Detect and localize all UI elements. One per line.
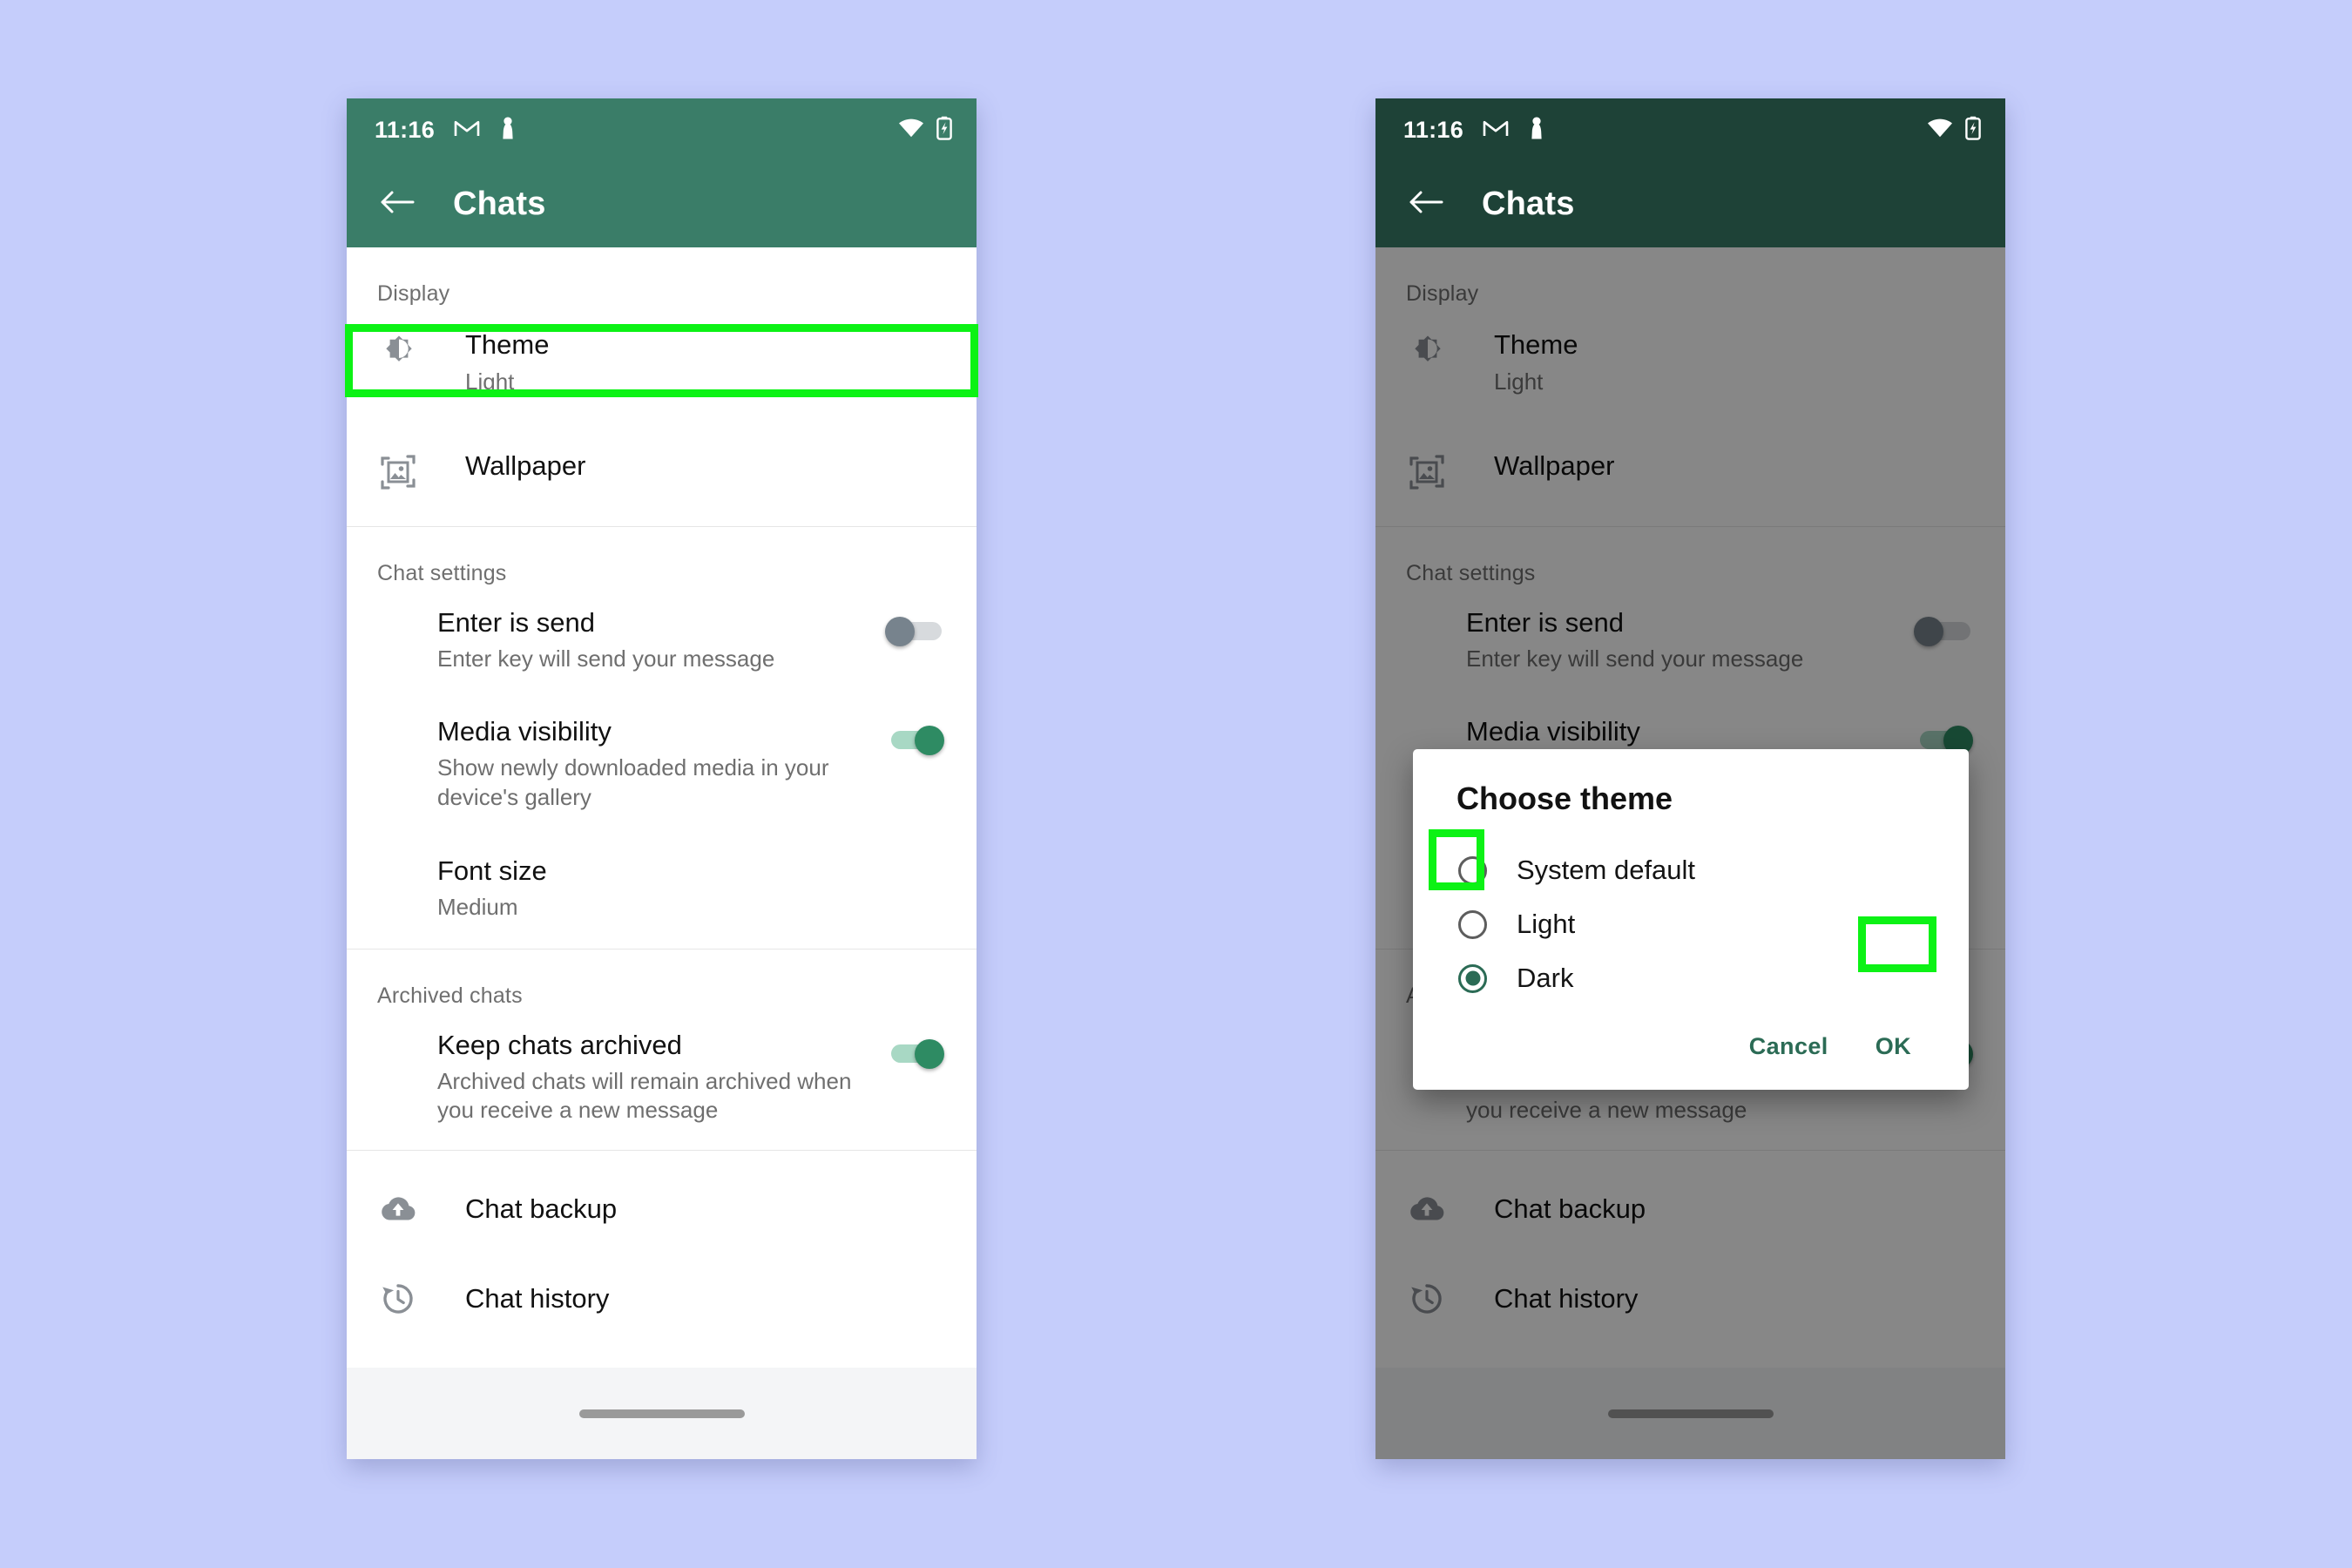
brightness-icon — [380, 329, 437, 375]
toggle-keep-chats-archived[interactable] — [888, 1038, 944, 1069]
setting-row-enter-is-send-body: Enter is send Enter key will send your m… — [437, 607, 888, 674]
gesture-nav-bar — [347, 1368, 977, 1459]
phone-screen-right: 11:16 Chats Display Theme Light Wallpape… — [1375, 98, 2005, 1459]
setting-title-theme: Theme — [465, 329, 550, 360]
setting-row-chat-history[interactable]: Chat history — [347, 1254, 977, 1321]
screenshot-stage: 11:16 Chats Display Theme Light Wallpape… — [0, 0, 2352, 1568]
choose-theme-dialog: Choose theme System default Light Dark C… — [1413, 749, 1969, 1090]
app-bar: Chats — [347, 161, 977, 247]
status-bar: 11:16 — [1375, 98, 2005, 161]
setting-row-theme[interactable]: Theme Light — [347, 307, 977, 419]
setting-row-media-visibility[interactable]: Media visibility Show newly downloaded m… — [347, 690, 977, 828]
battery-charging-icon — [1965, 116, 1981, 145]
setting-title-enter-is-send: Enter is send — [437, 606, 595, 638]
toggle-knob — [885, 616, 915, 646]
setting-subtitle-media-visibility: Show newly downloaded media in your devi… — [437, 754, 829, 810]
radio-option-system-default[interactable]: System default — [1413, 843, 1969, 897]
pawn-icon — [1528, 116, 1545, 145]
setting-subtitle-theme: Light — [465, 368, 515, 395]
dialog-title: Choose theme — [1456, 781, 1673, 816]
status-time: 11:16 — [1403, 116, 1464, 143]
page-title: Chats — [1482, 186, 1575, 222]
settings-content: Display Theme Light Wallpaper Chat setti… — [1375, 247, 2005, 1368]
theme-options-list: System default Light Dark — [1413, 843, 1969, 1005]
setting-title-wallpaper: Wallpaper — [465, 449, 586, 481]
setting-row-keep-chats-archived[interactable]: Keep chats archived Archived chats will … — [347, 1009, 977, 1150]
dialog-actions: Cancel OK — [1413, 1005, 1969, 1074]
setting-title-keep-chats-archived: Keep chats archived — [437, 1029, 682, 1060]
setting-row-chat-history-body: Chat history — [437, 1283, 943, 1315]
ok-button[interactable]: OK — [1860, 1024, 1927, 1069]
back-arrow-icon[interactable] — [380, 188, 415, 220]
gesture-nav-pill[interactable] — [578, 1409, 745, 1418]
cancel-button[interactable]: Cancel — [1734, 1024, 1844, 1069]
radio-icon-dark[interactable] — [1458, 963, 1487, 993]
app-bar: Chats — [1375, 161, 2005, 247]
gmail-icon — [1483, 118, 1509, 143]
toggle-knob — [915, 1038, 944, 1069]
pawn-icon — [499, 116, 517, 145]
toggle-media-visibility[interactable] — [888, 725, 944, 755]
section-header-display: Display — [377, 281, 450, 306]
status-time: 11:16 — [375, 116, 436, 143]
toggle-enter-is-send[interactable] — [885, 616, 943, 646]
section-header-archived-chats: Archived chats — [377, 983, 523, 1008]
status-bar-right — [1927, 116, 1981, 145]
setting-row-theme-body: Theme Light — [437, 329, 943, 396]
setting-title-media-visibility: Media visibility — [437, 715, 612, 747]
gmail-icon — [454, 118, 480, 143]
radio-label-system-default: System default — [1517, 855, 1696, 885]
setting-row-enter-is-send[interactable]: Enter is send Enter key will send your m… — [347, 586, 977, 690]
setting-row-chat-backup-body: Chat backup — [437, 1193, 943, 1226]
setting-subtitle-keep-chats-archived: Archived chats will remain archived when… — [437, 1068, 852, 1124]
setting-row-chat-backup[interactable]: Chat backup — [347, 1151, 977, 1254]
setting-row-keep-chats-archived-body: Keep chats archived Archived chats will … — [437, 1030, 888, 1125]
setting-title-chat-history: Chat history — [465, 1282, 610, 1314]
wallpaper-icon — [380, 450, 437, 495]
cloud-upload-icon — [380, 1191, 437, 1228]
setting-row-font-size[interactable]: Font size Medium — [347, 828, 977, 949]
history-icon — [380, 1277, 437, 1321]
setting-title-font-size: Font size — [437, 855, 547, 886]
radio-icon-light[interactable] — [1458, 909, 1487, 939]
setting-row-wallpaper[interactable]: Wallpaper — [347, 419, 977, 526]
gesture-nav-bar — [1375, 1368, 2005, 1459]
page-title: Chats — [453, 186, 546, 222]
status-bar-right — [898, 116, 952, 145]
section-header-chat-settings: Chat settings — [377, 560, 507, 585]
setting-subtitle-enter-is-send: Enter key will send your message — [437, 645, 775, 672]
status-bar-left: 11:16 — [1403, 116, 1545, 145]
radio-label-dark: Dark — [1517, 963, 1574, 993]
status-bar: 11:16 — [347, 98, 977, 161]
settings-content: Display Theme Light Wallpaper Chat setti… — [347, 247, 977, 1368]
radio-icon-system-default[interactable] — [1458, 855, 1487, 885]
radio-option-light[interactable]: Light — [1413, 897, 1969, 951]
toggle-knob — [915, 725, 944, 755]
phone-screen-left: 11:16 Chats Display Theme Light Wallpape… — [347, 98, 977, 1459]
back-arrow-icon[interactable] — [1409, 188, 1443, 220]
radio-option-dark[interactable]: Dark — [1413, 951, 1969, 1005]
setting-row-wallpaper-body: Wallpaper — [437, 450, 943, 483]
battery-charging-icon — [936, 116, 952, 145]
radio-label-light: Light — [1517, 909, 1576, 939]
setting-title-chat-backup: Chat backup — [465, 1193, 618, 1224]
setting-row-media-visibility-body: Media visibility Show newly downloaded m… — [437, 716, 888, 812]
setting-row-font-size-body: Font size Medium — [437, 855, 943, 923]
wifi-icon — [898, 118, 924, 143]
status-bar-left: 11:16 — [375, 116, 517, 145]
wifi-icon — [1927, 118, 1953, 143]
setting-subtitle-font-size: Medium — [437, 894, 518, 921]
